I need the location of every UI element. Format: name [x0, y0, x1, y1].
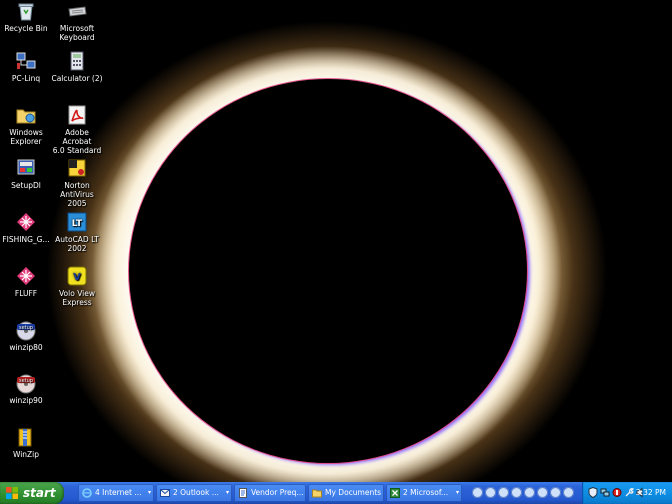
desktop: Recycle Bin PC-Linq Windows Explorer Set…: [0, 0, 672, 482]
task-label: My Documents: [325, 488, 382, 497]
desktop-icon-autocad-lt[interactable]: LT AutoCAD LT 2002: [51, 211, 103, 253]
toolbar-icon[interactable]: [550, 487, 561, 498]
desktop-icon-setupdl[interactable]: SetupDl: [0, 157, 52, 190]
taskbar-button-microsoft[interactable]: 2 Microsof... ▾: [386, 484, 462, 502]
volo-view-icon: V: [66, 265, 88, 287]
setup-disc-icon: setup: [15, 319, 37, 341]
desktop-icon-label: Recycle Bin: [4, 24, 48, 33]
taskbar: start 4 Internet ... ▾ 2 Outlook ... ▾ V…: [0, 482, 672, 504]
desktop-icon-label: SetupDl: [11, 181, 41, 190]
desktop-icon-pc-linq[interactable]: PC-Linq: [0, 50, 52, 83]
start-button[interactable]: start: [0, 482, 64, 504]
svg-text:setup: setup: [19, 378, 33, 384]
shield-icon[interactable]: [588, 487, 598, 498]
toolbar-icon[interactable]: [472, 487, 483, 498]
toolbar-icon[interactable]: [485, 487, 496, 498]
keyboard-icon: [66, 0, 88, 22]
winzip-icon: [15, 426, 37, 448]
network-icon: [15, 50, 37, 72]
task-label: 2 Microsof...: [403, 488, 449, 497]
folder-icon: [15, 104, 37, 126]
toolbar-icon[interactable]: [563, 487, 574, 498]
taskbar-button-outlook[interactable]: 2 Outlook ... ▾: [156, 484, 232, 502]
desktop-icon-windows-explorer[interactable]: Windows Explorer: [0, 104, 52, 146]
desktop-icon-recycle-bin[interactable]: Recycle Bin: [0, 0, 52, 33]
desktop-icon-winzip80[interactable]: setup winzip80: [0, 319, 52, 352]
group-arrow-icon: ▾: [225, 489, 229, 496]
wrench-icon[interactable]: [624, 487, 634, 498]
desktop-icon-microsoft-keyboard[interactable]: Microsoft Keyboard: [51, 0, 103, 42]
taskbar-button-vendor-preq[interactable]: Vendor Preq...: [234, 484, 306, 502]
toolbar-icon[interactable]: [537, 487, 548, 498]
task-label: Vendor Preq...: [251, 488, 304, 497]
svg-text:LT: LT: [72, 219, 83, 229]
toolbar-buttons: [470, 485, 578, 501]
setup-disc-icon: setup: [15, 372, 37, 394]
desktop-icon-label: PC-Linq: [11, 74, 41, 83]
setup-icon: [15, 157, 37, 179]
desktop-icon-adobe-acrobat[interactable]: Adobe Acrobat 6.0 Standard: [51, 104, 103, 155]
pinwheel-icon: [15, 211, 37, 233]
task-label: 2 Outlook ...: [173, 488, 219, 497]
pinwheel-icon: [15, 265, 37, 287]
task-label: 4 Internet ...: [95, 488, 142, 497]
toolbar-icon[interactable]: [511, 487, 522, 498]
desktop-icon-label: Adobe Acrobat 6.0 Standard: [52, 128, 102, 155]
windows-logo-icon: [6, 487, 18, 499]
taskbar-button-my-documents[interactable]: My Documents: [308, 484, 384, 502]
desktop-icon-label: WinZip: [12, 450, 40, 459]
desktop-icon-label: Volo View Express: [59, 289, 95, 307]
desktop-icon-fluff[interactable]: FLUFF: [0, 265, 52, 298]
desktop-icon-label: Microsoft Keyboard: [59, 24, 95, 42]
desktop-icon-fishing-game[interactable]: FISHING_G...: [0, 211, 52, 244]
outlook-icon: [160, 489, 170, 497]
antivirus-icon[interactable]: [612, 487, 622, 498]
norton-icon: [66, 157, 88, 179]
start-label: start: [23, 486, 56, 500]
desktop-icon-norton-antivirus[interactable]: Norton AntiVirus 2005: [51, 157, 103, 208]
taskbar-button-internet-explorer[interactable]: 4 Internet ... ▾: [78, 484, 154, 502]
desktop-icon-volo-view[interactable]: V Volo View Express: [51, 265, 103, 307]
system-tray: 3:32 PM: [582, 482, 672, 504]
desktop-icon-label: FLUFF: [14, 289, 38, 298]
internet-explorer-icon: [82, 488, 92, 498]
svg-text:V: V: [73, 272, 81, 283]
eclipse-moon: [129, 79, 527, 463]
group-arrow-icon: ▾: [147, 489, 151, 496]
folder-icon: [312, 489, 322, 498]
desktop-icon-winzip90[interactable]: setup winzip90: [0, 372, 52, 405]
network-icon[interactable]: [600, 487, 610, 498]
desktop-icon-calculator[interactable]: Calculator (2): [51, 50, 103, 83]
desktop-icon-label: winzip80: [9, 343, 43, 352]
svg-text:setup: setup: [19, 325, 33, 331]
toolbar-icon[interactable]: [498, 487, 509, 498]
recycle-bin-icon: [15, 0, 37, 22]
excel-icon: [390, 488, 400, 498]
desktop-icon-label: AutoCAD LT 2002: [55, 235, 99, 253]
clock[interactable]: 3:32 PM: [636, 482, 666, 504]
desktop-icon-label: winzip90: [9, 396, 43, 405]
desktop-icon-winzip[interactable]: WinZip: [0, 426, 52, 459]
acrobat-icon: [66, 104, 88, 126]
document-icon: [239, 488, 247, 498]
autocad-icon: LT: [66, 211, 88, 233]
desktop-icon-label: Windows Explorer: [9, 128, 43, 146]
desktop-icon-label: Calculator (2): [51, 74, 103, 83]
group-arrow-icon: ▾: [455, 489, 459, 496]
desktop-icon-label: FISHING_G...: [2, 235, 50, 244]
calculator-icon: [66, 50, 88, 72]
toolbar-icon[interactable]: [524, 487, 535, 498]
desktop-icon-label: Norton AntiVirus 2005: [60, 181, 94, 208]
